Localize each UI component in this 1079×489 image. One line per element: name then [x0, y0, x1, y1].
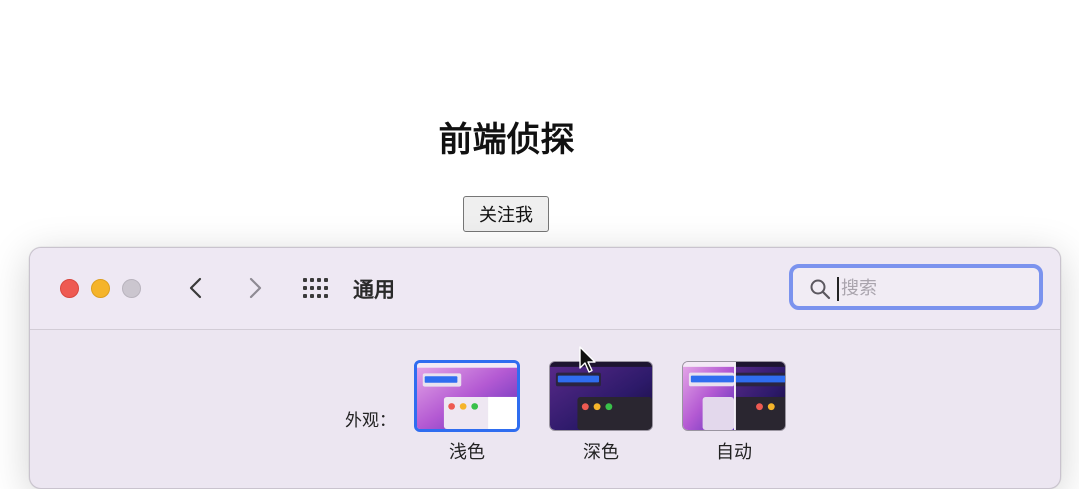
- appearance-option-dark[interactable]: 深色: [549, 361, 655, 463]
- chevron-right-icon: [249, 277, 262, 299]
- mouse-pointer-icon: [579, 346, 596, 373]
- light-mode-preview-image: [417, 363, 517, 429]
- appearance-option-label: 深色: [583, 442, 619, 463]
- search-field[interactable]: [789, 264, 1043, 310]
- system-preferences-window: 通用 外观：: [29, 247, 1061, 489]
- show-all-button[interactable]: [302, 277, 330, 299]
- window-title: 通用: [353, 278, 395, 302]
- forward-button[interactable]: [240, 273, 270, 303]
- text-caret: [837, 277, 839, 301]
- appearance-option-label: 浅色: [449, 442, 485, 463]
- auto-mode-preview-image: [683, 362, 785, 430]
- back-button[interactable]: [181, 273, 211, 303]
- search-input[interactable]: [841, 274, 1031, 302]
- light-mode-thumbnail[interactable]: [414, 360, 520, 432]
- search-icon: [810, 279, 831, 300]
- close-window-button[interactable]: [60, 279, 79, 298]
- appearance-option-auto[interactable]: 自动: [682, 361, 788, 463]
- zoom-window-button[interactable]: [122, 279, 141, 298]
- appearance-option-light[interactable]: 浅色: [414, 360, 521, 463]
- window-toolbar: 通用: [30, 248, 1060, 330]
- chevron-left-icon: [189, 277, 202, 299]
- appearance-option-label: 自动: [716, 442, 752, 463]
- preferences-content: 外观： 浅色 深色 自动: [30, 330, 1060, 488]
- auto-mode-thumbnail[interactable]: [682, 361, 786, 431]
- grid-icon: [303, 278, 328, 298]
- dark-mode-thumbnail[interactable]: [549, 361, 653, 431]
- page-title: 前端侦探: [438, 120, 575, 160]
- follow-button[interactable]: 关注我: [463, 196, 549, 232]
- appearance-label: 外观：: [345, 411, 396, 431]
- minimize-window-button[interactable]: [91, 279, 110, 298]
- dark-mode-preview-image: [550, 362, 652, 430]
